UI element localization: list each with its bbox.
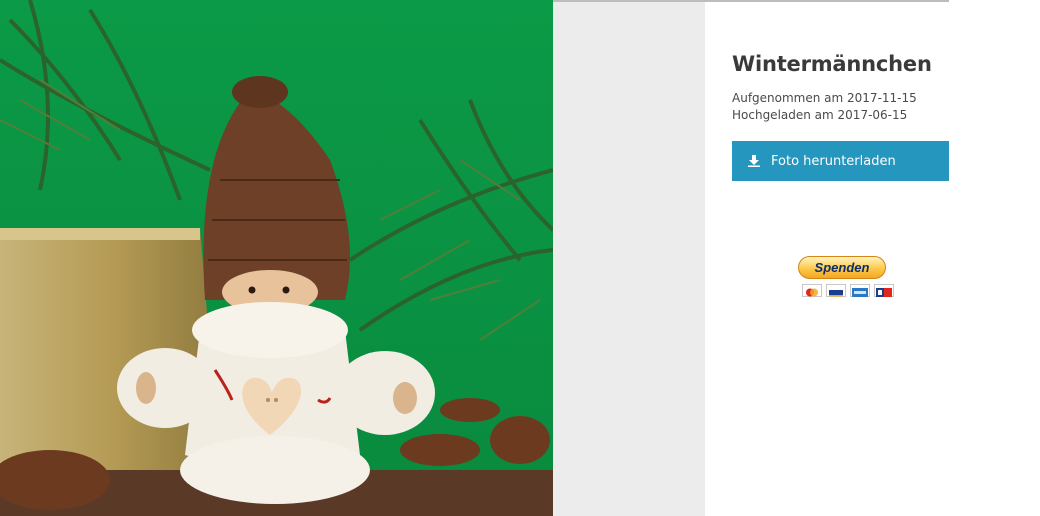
uploaded-date: Hochgeladen am 2017-06-15 [732,108,908,122]
download-icon [748,155,760,167]
donate-widget: Spenden [797,255,894,301]
payment-icons [802,284,894,297]
side-spacer [553,2,705,516]
photo-image [0,0,553,516]
download-photo-button[interactable]: Foto herunterladen [732,141,949,181]
donate-button[interactable]: Spenden [798,256,886,279]
download-label: Foto herunterladen [771,153,896,169]
mastercard-icon [802,284,822,297]
main-photo [0,0,553,516]
taken-date: Aufgenommen am 2017-11-15 [732,91,917,105]
photo-title: Wintermännchen [732,52,932,76]
photo-info-panel: Wintermännchen Aufgenommen am 2017-11-15… [705,2,949,516]
visa-icon [826,284,846,297]
ec-icon [874,284,894,297]
amex-icon [850,284,870,297]
